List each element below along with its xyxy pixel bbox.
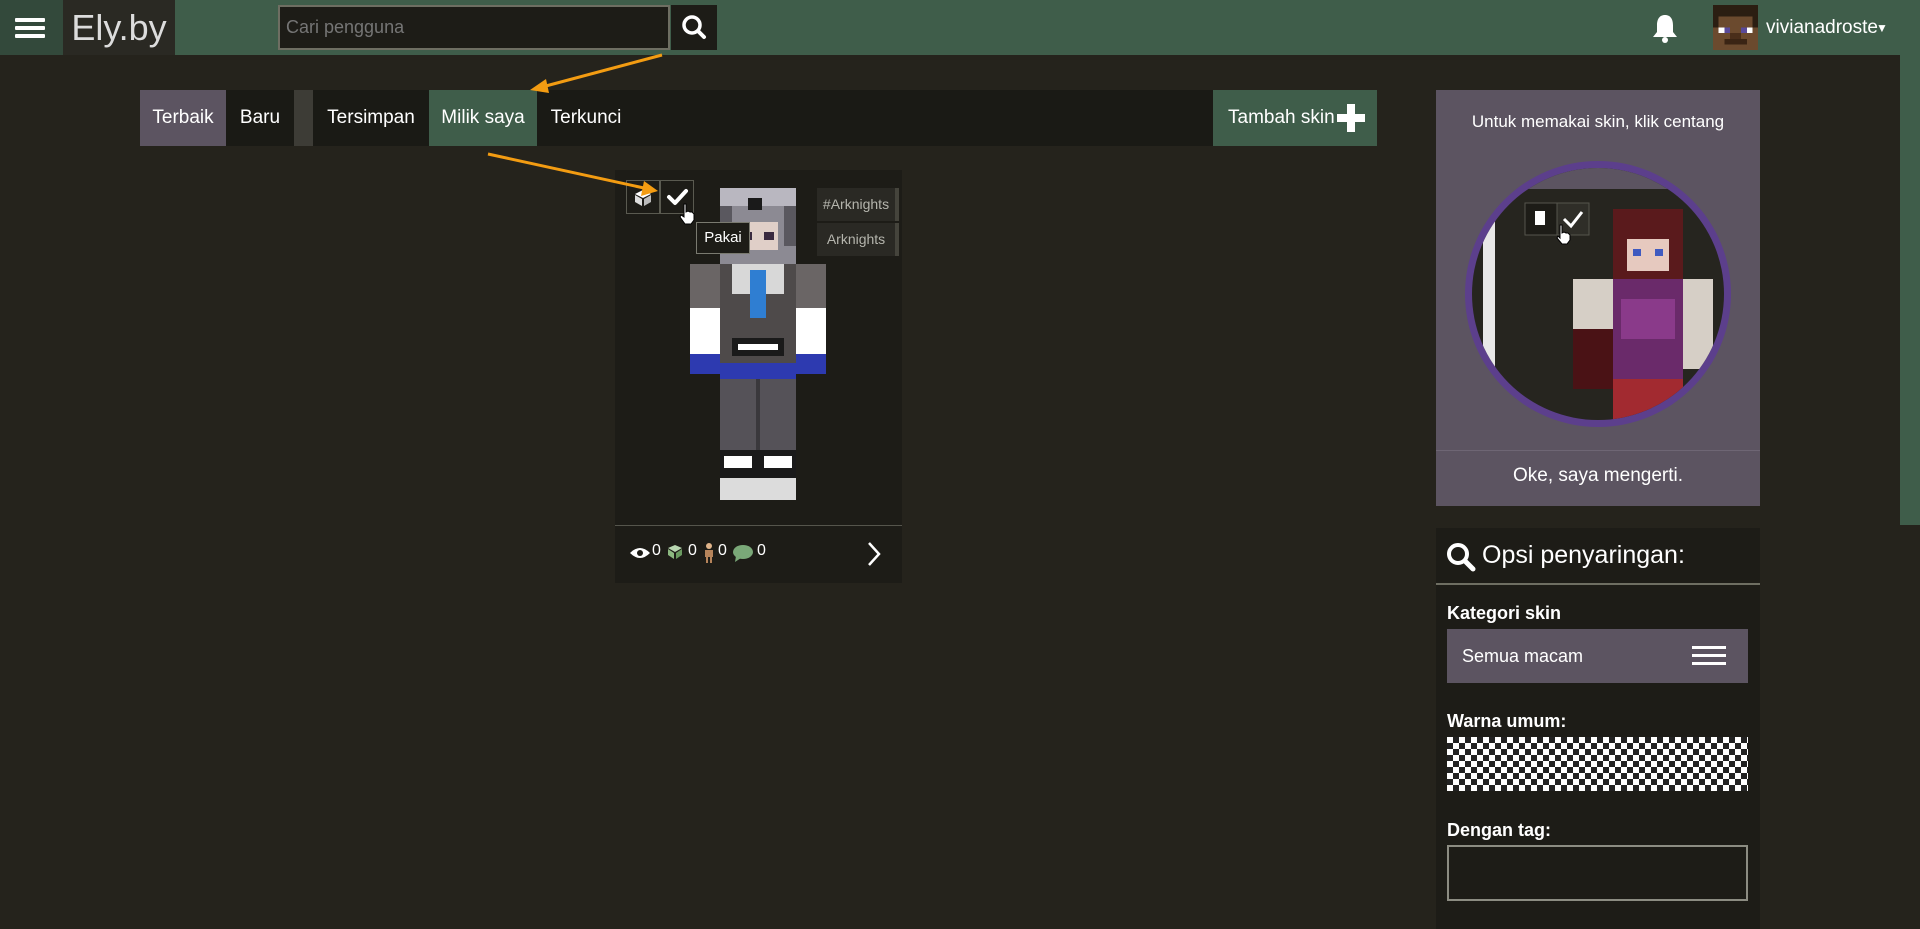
category-label: Kategori skin <box>1447 603 1562 623</box>
views-count: 0 <box>652 542 661 559</box>
search-input[interactable] <box>278 5 670 50</box>
bell-icon <box>1653 15 1677 43</box>
category-value: Semua macam <box>1462 646 1584 666</box>
eye-icon <box>630 548 650 558</box>
wear-tooltip: Pakai <box>696 222 750 254</box>
chevron-down-icon[interactable]: ▼ <box>1876 0 1888 57</box>
save-skin-button[interactable] <box>626 180 660 214</box>
avatar[interactable] <box>1713 5 1758 50</box>
comment-icon <box>733 545 753 562</box>
wear-hint-illustration <box>1465 161 1731 427</box>
search-icon <box>682 15 706 39</box>
add-skin-button[interactable]: Tambah skin <box>1213 90 1377 146</box>
comments-count: 0 <box>757 542 766 559</box>
skin-tag-hashtag[interactable]: #Arknights <box>817 188 899 221</box>
tab-milik-saya[interactable]: Milik saya <box>429 90 537 146</box>
cube-icon <box>635 190 651 206</box>
tab-baru[interactable]: Baru <box>226 90 294 146</box>
search-button[interactable] <box>671 5 717 50</box>
tag-input[interactable] <box>1447 845 1748 901</box>
tab-tersimpan[interactable]: Tersimpan <box>313 90 429 146</box>
add-skin-label: Tambah skin <box>1228 107 1335 128</box>
chevron-right-icon[interactable] <box>866 541 882 567</box>
username[interactable]: vivianadroste <box>1766 0 1878 55</box>
divider <box>1436 450 1760 451</box>
tab-terbaik[interactable]: Terbaik <box>140 90 226 146</box>
color-picker[interactable] <box>1447 737 1748 791</box>
hint-ok-button[interactable]: Oke, saya mengerti. <box>1436 465 1760 487</box>
site-logo[interactable]: Ely.by <box>63 0 175 55</box>
hand-cursor-icon <box>679 203 695 225</box>
menu-button[interactable] <box>0 0 63 55</box>
list-icon <box>1692 646 1726 665</box>
wearing-count: 0 <box>718 542 727 559</box>
filter-title: Opsi penyaringan: <box>1482 541 1685 569</box>
tab-separator <box>294 90 313 146</box>
color-label: Warna umum: <box>1447 711 1567 731</box>
search-icon <box>1447 543 1476 572</box>
cube-icon <box>668 545 682 559</box>
skin-tag[interactable]: Arknights <box>817 223 899 256</box>
wear-hint-title: Untuk memakai skin, klik centang <box>1471 112 1725 131</box>
scrollbar[interactable] <box>1900 0 1920 525</box>
tag-label: Dengan tag: <box>1447 820 1552 840</box>
notifications-button[interactable] <box>1650 12 1680 44</box>
plus-icon <box>1337 104 1365 132</box>
person-icon <box>705 543 713 563</box>
tab-terkunci[interactable]: Terkunci <box>537 90 635 146</box>
hamburger-menu-icon <box>15 18 45 22</box>
downloads-count: 0 <box>688 542 697 559</box>
